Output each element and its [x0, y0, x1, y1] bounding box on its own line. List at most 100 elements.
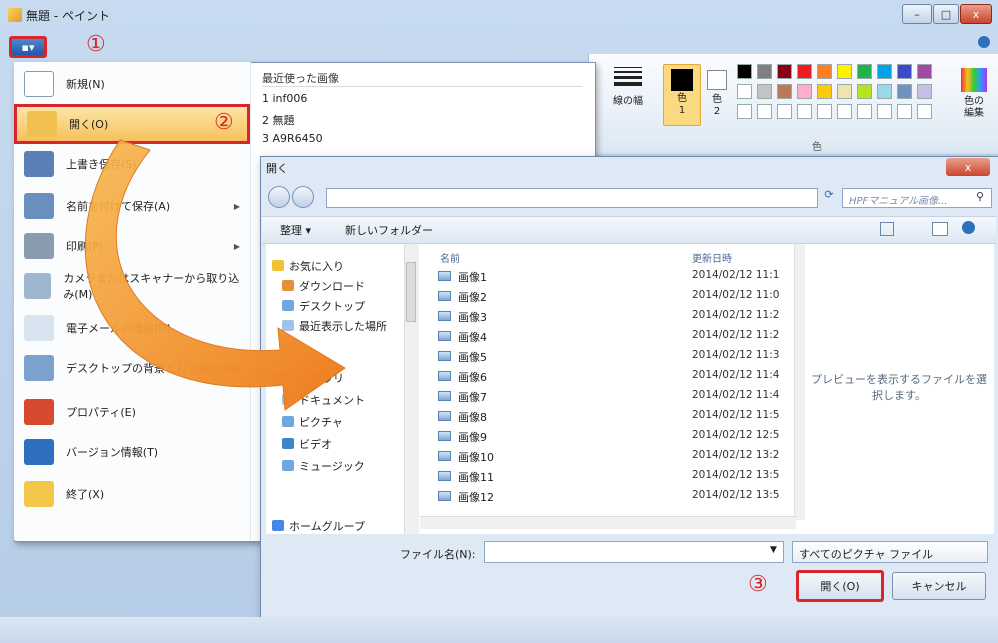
line-width-button[interactable]: 線の幅 — [608, 64, 648, 128]
nav-item[interactable]: ドキュメント — [282, 392, 365, 408]
menu-exit[interactable]: 終了(X) — [14, 474, 250, 514]
palette-swatch[interactable] — [877, 84, 892, 99]
nav-item[interactable]: ライブラリ — [272, 370, 344, 386]
nav-item-label: デスクトップ — [299, 300, 365, 313]
nav-item[interactable]: ピクチャ — [282, 414, 343, 430]
nav-item[interactable]: 最近表示した場所 — [282, 318, 387, 334]
palette-swatch[interactable] — [897, 64, 912, 79]
column-header-date[interactable]: 更新日時 — [692, 250, 732, 265]
close-button[interactable]: x — [960, 4, 992, 24]
file-row[interactable]: 画像12 2014/02/12 13:5 — [438, 488, 794, 506]
palette-swatch[interactable] — [797, 84, 812, 99]
custom-color-slot[interactable] — [757, 104, 772, 119]
nav-item[interactable]: ダウンロード — [282, 278, 365, 294]
color1-button[interactable]: 色 1 — [663, 64, 701, 126]
minimize-button[interactable]: – — [902, 4, 932, 24]
palette-swatch[interactable] — [777, 64, 792, 79]
palette-swatch[interactable] — [817, 64, 832, 79]
custom-color-slot[interactable] — [857, 104, 872, 119]
dialog-close-button[interactable]: x — [946, 158, 990, 176]
custom-color-slot[interactable] — [877, 104, 892, 119]
nav-item-label: ピクチャ — [299, 416, 343, 429]
recent-item[interactable]: 1 inf006 — [262, 92, 307, 105]
help-icon[interactable] — [962, 221, 975, 234]
palette-swatch[interactable] — [797, 64, 812, 79]
cancel-button[interactable]: キャンセル — [892, 572, 986, 600]
file-menu-button[interactable]: ▪▾ — [9, 36, 47, 58]
nav-item[interactable]: ビデオ — [282, 436, 332, 452]
filename-input[interactable] — [484, 541, 784, 563]
palette-swatch[interactable] — [897, 84, 912, 99]
file-row[interactable]: 画像8 2014/02/12 11:5 — [438, 408, 794, 426]
palette-swatch[interactable] — [757, 64, 772, 79]
file-list-hscrollbar[interactable] — [420, 516, 796, 529]
custom-color-slot[interactable] — [737, 104, 752, 119]
file-list-vscrollbar[interactable] — [794, 244, 805, 520]
recent-item[interactable]: 2 無題 — [262, 112, 295, 128]
menu-save-as[interactable]: 名前を付けて保存(A) ▶ — [14, 186, 250, 226]
organize-button[interactable]: 整理 ▾ — [280, 222, 311, 238]
menu-about[interactable]: バージョン情報(T) — [14, 432, 250, 472]
file-row[interactable]: 画像6 2014/02/12 11:4 — [438, 368, 794, 386]
nav-item[interactable]: ミュージック — [282, 458, 365, 474]
edit-colors-button[interactable]: 色の 編集 — [955, 64, 993, 120]
palette-swatch[interactable] — [837, 64, 852, 79]
help-icon[interactable] — [978, 36, 990, 48]
color2-button[interactable]: 色 2 — [702, 64, 732, 126]
palette-swatch[interactable] — [737, 84, 752, 99]
file-row[interactable]: 画像7 2014/02/12 11:4 — [438, 388, 794, 406]
palette-swatch[interactable] — [777, 84, 792, 99]
file-type-select[interactable]: すべてのピクチャ ファイル — [792, 541, 988, 563]
palette-swatch[interactable] — [857, 64, 872, 79]
file-row[interactable]: 画像10 2014/02/12 13:2 — [438, 448, 794, 466]
palette-swatch[interactable] — [737, 64, 752, 79]
file-row[interactable]: 画像9 2014/02/12 12:5 — [438, 428, 794, 446]
custom-color-slot[interactable] — [837, 104, 852, 119]
nav-item[interactable]: デスクトップ — [282, 298, 365, 314]
maximize-button[interactable]: □ — [933, 4, 959, 24]
menu-new[interactable]: 新規(N) — [14, 64, 250, 104]
menu-send-email[interactable]: 電子メールの送信(D) — [14, 308, 250, 348]
palette-swatch[interactable] — [837, 84, 852, 99]
menu-properties[interactable]: プロパティ(E) — [14, 392, 250, 432]
palette-swatch[interactable] — [857, 84, 872, 99]
nav-scroll-thumb[interactable] — [406, 262, 416, 322]
palette-swatch[interactable] — [917, 64, 932, 79]
palette-swatch[interactable] — [757, 84, 772, 99]
nav-item[interactable]: お気に入り — [272, 258, 344, 274]
custom-color-slot[interactable] — [917, 104, 932, 119]
pictures-icon — [282, 416, 294, 427]
menu-save[interactable]: 上書き保存(S) — [14, 144, 250, 184]
custom-color-slot[interactable] — [897, 104, 912, 119]
forward-button[interactable] — [292, 186, 314, 208]
menu-print[interactable]: 印刷(P) ▶ — [14, 226, 250, 266]
palette-swatch[interactable] — [877, 64, 892, 79]
file-row[interactable]: 画像3 2014/02/12 11:2 — [438, 308, 794, 326]
file-row[interactable]: 画像1 2014/02/12 11:1 — [438, 268, 794, 286]
view-icon[interactable] — [880, 222, 894, 236]
custom-color-slot[interactable] — [817, 104, 832, 119]
palette-swatch[interactable] — [817, 84, 832, 99]
chevron-down-icon[interactable]: ▼ — [770, 545, 777, 555]
search-input[interactable]: HPFマニュアル画像... — [842, 188, 992, 208]
search-icon[interactable]: ⚲ — [976, 190, 984, 203]
custom-color-slot[interactable] — [797, 104, 812, 119]
preview-pane-icon[interactable] — [932, 222, 948, 236]
file-row[interactable]: 画像11 2014/02/12 13:5 — [438, 468, 794, 486]
file-row[interactable]: 画像2 2014/02/12 11:0 — [438, 288, 794, 306]
open-button[interactable]: 開く(O) — [796, 570, 884, 602]
palette-swatch[interactable] — [917, 84, 932, 99]
column-header-name[interactable]: 名前 — [440, 250, 460, 265]
file-row[interactable]: 画像5 2014/02/12 11:3 — [438, 348, 794, 366]
nav-item[interactable]: ホームグループ — [272, 518, 365, 534]
address-bar[interactable] — [326, 188, 818, 208]
custom-color-slot[interactable] — [777, 104, 792, 119]
email-icon — [24, 315, 54, 341]
menu-from-scanner[interactable]: カメラまたはスキャナーから取り込み(M) — [14, 266, 250, 306]
refresh-icon[interactable]: ⟳ — [820, 188, 838, 208]
menu-set-desktop[interactable]: デスクトップの背景として設定(B) ▶ — [14, 348, 250, 388]
recent-item[interactable]: 3 A9R6450 — [262, 132, 323, 145]
back-button[interactable] — [268, 186, 290, 208]
file-row[interactable]: 画像4 2014/02/12 11:2 — [438, 328, 794, 346]
new-folder-button[interactable]: 新しいフォルダー — [345, 222, 433, 238]
